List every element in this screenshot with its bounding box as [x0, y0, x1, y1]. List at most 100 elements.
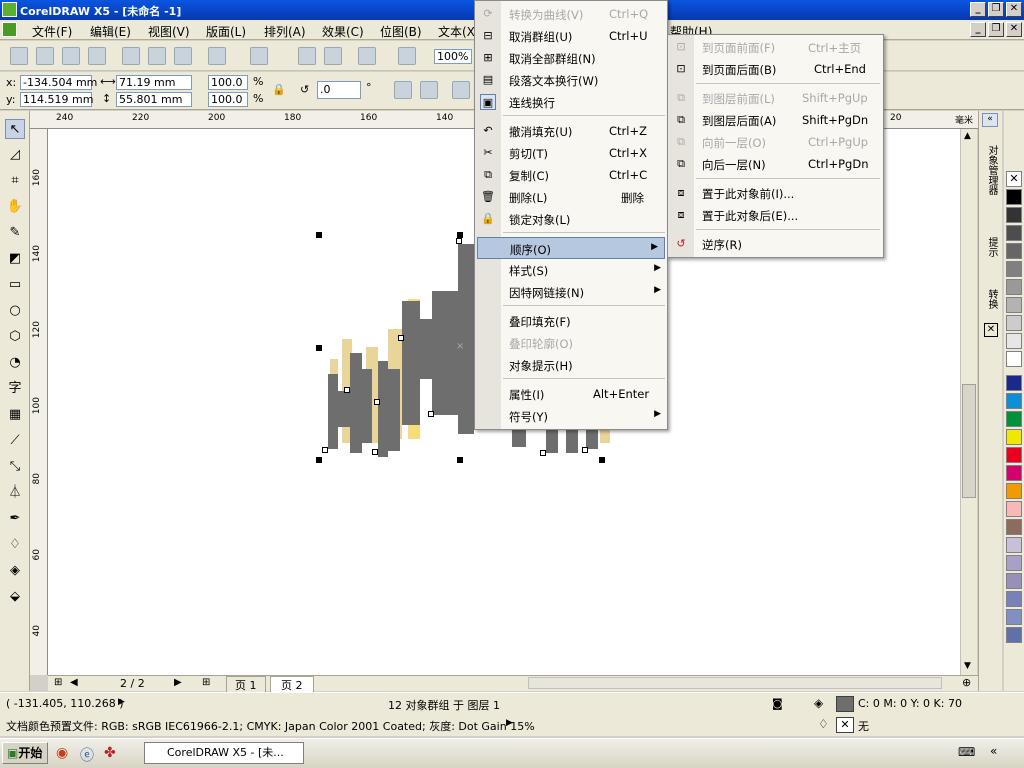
color-swatch[interactable]	[1006, 225, 1022, 241]
menu-item-line-wrap[interactable]: ▣ 连线换行	[475, 91, 667, 113]
color-swatch[interactable]	[1006, 627, 1022, 643]
lock-ratio-icon[interactable]: 🔒	[272, 83, 286, 96]
color-swatch[interactable]	[1006, 189, 1022, 205]
menu-item-delete[interactable]: 🗑 删除(L) 删除	[475, 186, 667, 208]
artwork-bar[interactable]	[432, 291, 460, 415]
vertical-scrollbar[interactable]: ▲ ▼	[960, 129, 977, 675]
close-button[interactable]: ✕	[1006, 2, 1022, 17]
menu-item-to-page-front[interactable]: ⊡ 到页面前面(F) Ctrl+主页	[668, 36, 883, 58]
restore-button[interactable]: ❐	[988, 2, 1004, 17]
menu-effects[interactable]: 效果(C)	[322, 23, 364, 40]
y-position-field[interactable]: 114.519 mm	[20, 92, 93, 107]
doc-close-button[interactable]: ✕	[1006, 22, 1022, 37]
import-icon[interactable]	[298, 47, 316, 65]
ellipse-tool-icon[interactable]: ○	[5, 301, 25, 321]
color-swatch[interactable]	[1006, 609, 1022, 625]
menu-item-reverse-order[interactable]: ↺ 逆序(R)	[668, 233, 883, 255]
selection-handle[interactable]	[457, 457, 463, 463]
artwork-bar[interactable]	[350, 353, 362, 453]
scale-y-field[interactable]: 100.0	[208, 92, 248, 107]
color-swatch[interactable]	[1006, 207, 1022, 223]
menu-item-overprint-fill[interactable]: 叠印填充(F)	[475, 310, 667, 332]
application-launcher-icon[interactable]	[358, 47, 376, 65]
wrap-text-icon[interactable]	[452, 81, 470, 99]
freehand-tool-icon[interactable]: ✎	[5, 223, 25, 243]
selection-handle[interactable]	[599, 457, 605, 463]
color-swatch[interactable]	[1006, 261, 1022, 277]
connector-tool-icon[interactable]: ⤡	[5, 457, 25, 477]
color-swatch[interactable]	[1006, 243, 1022, 259]
fill-tool-icon[interactable]: ◈	[5, 561, 25, 581]
color-swatch[interactable]	[1006, 393, 1022, 409]
docker-collapse-icon[interactable]: «	[982, 113, 998, 127]
node-handle[interactable]	[374, 399, 380, 405]
node-handle[interactable]	[398, 335, 404, 341]
paste-icon[interactable]	[174, 47, 192, 65]
color-swatch[interactable]	[1006, 519, 1022, 535]
text-tool-icon[interactable]: 字	[5, 379, 25, 399]
taskbar-task-coreldraw[interactable]: CorelDRAW X5 - [未...	[144, 742, 304, 764]
menu-edit[interactable]: 编辑(E)	[90, 23, 131, 40]
color-swatch[interactable]	[1006, 351, 1022, 367]
width-field[interactable]: 71.19 mm	[116, 75, 192, 90]
menu-item-back-one[interactable]: ⧉ 向后一层(N) Ctrl+PgDn	[668, 153, 883, 175]
height-field[interactable]: 55.801 mm	[116, 92, 192, 107]
menu-item-object-hint[interactable]: 对象提示(H)	[475, 354, 667, 376]
menu-item-paragraph-wrap[interactable]: ▤ 段落文本换行(W)	[475, 69, 667, 91]
pan-tool-icon[interactable]: ✋	[5, 197, 25, 217]
menu-item-to-page-back[interactable]: ⊡ 到页面后面(B) Ctrl+End	[668, 58, 883, 80]
dimension-tool-icon[interactable]: ⟋	[5, 431, 25, 451]
menu-item-lock-object[interactable]: 🔒 锁定对象(L)	[475, 208, 667, 230]
scrollbar-thumb[interactable]	[962, 384, 976, 498]
artwork-bar[interactable]	[458, 244, 474, 434]
smart-fill-icon[interactable]: ◩	[5, 249, 25, 269]
artwork-bar[interactable]	[328, 374, 338, 449]
artwork-bar[interactable]	[338, 391, 350, 427]
docker-tab-transform[interactable]: 转换	[984, 289, 999, 309]
menu-item-cut[interactable]: ✂ 剪切(T) Ctrl+X	[475, 142, 667, 164]
node-handle[interactable]	[456, 238, 462, 244]
docker-tab-object-manager[interactable]: 对象管理器	[984, 145, 999, 195]
add-page-icon[interactable]: ⊞	[202, 677, 210, 688]
menu-item-copy[interactable]: ⧉ 复制(C) Ctrl+C	[475, 164, 667, 186]
menu-item-to-layer-back[interactable]: ⧉ 到图层后面(A) Shift+PgDn	[668, 109, 883, 131]
pick-tool-icon[interactable]: ↖	[5, 119, 25, 139]
color-swatch[interactable]	[1006, 375, 1022, 391]
color-swatch[interactable]	[1006, 297, 1022, 313]
zoom-level-field[interactable]: 100%	[434, 49, 472, 64]
artwork-bar[interactable]	[420, 319, 432, 379]
new-icon[interactable]	[10, 47, 28, 65]
chrome-icon[interactable]: ◉	[56, 745, 68, 761]
crop-tool-icon[interactable]: ⌗	[5, 171, 25, 191]
basic-shapes-icon[interactable]: ◔	[5, 353, 25, 373]
welcome-screen-icon[interactable]	[398, 47, 416, 65]
node-handle[interactable]	[344, 387, 350, 393]
node-handle[interactable]	[582, 447, 588, 453]
menu-item-symbol[interactable]: 符号(Y) ▶	[475, 405, 667, 427]
node-handle[interactable]	[428, 411, 434, 417]
rotation-angle-field[interactable]: .0	[317, 81, 361, 99]
export-icon[interactable]	[324, 47, 342, 65]
color-swatch[interactable]	[1006, 501, 1022, 517]
quicklaunch-icon[interactable]: ✤	[104, 745, 116, 761]
menu-arrange[interactable]: 排列(A)	[264, 23, 306, 40]
docker-tab-hints[interactable]: 提示	[984, 237, 999, 257]
outline-pen-icon[interactable]: ♢	[5, 535, 25, 555]
color-swatch[interactable]	[1006, 411, 1022, 427]
color-swatch[interactable]	[1006, 429, 1022, 445]
menu-file[interactable]: 文件(F)	[32, 23, 72, 40]
color-swatch[interactable]	[1006, 333, 1022, 349]
menu-item-undo-fill[interactable]: ↶ 撤消填充(U) Ctrl+Z	[475, 120, 667, 142]
mirror-vertical-icon[interactable]	[420, 81, 438, 99]
blend-tool-icon[interactable]: ⏃	[5, 483, 25, 503]
next-page-icon[interactable]: ▶	[174, 677, 182, 688]
scroll-down-icon[interactable]: ▼	[964, 661, 971, 671]
minimize-button[interactable]: _	[970, 2, 986, 17]
node-handle[interactable]	[372, 449, 378, 455]
menu-bitmaps[interactable]: 位图(B)	[380, 23, 422, 40]
start-button[interactable]: ▣开始	[2, 742, 48, 764]
scale-x-field[interactable]: 100.0	[208, 75, 248, 90]
menu-view[interactable]: 视图(V)	[148, 23, 190, 40]
status-expand-icon[interactable]: ▶	[118, 697, 125, 707]
menu-layout[interactable]: 版面(L)	[206, 23, 246, 40]
